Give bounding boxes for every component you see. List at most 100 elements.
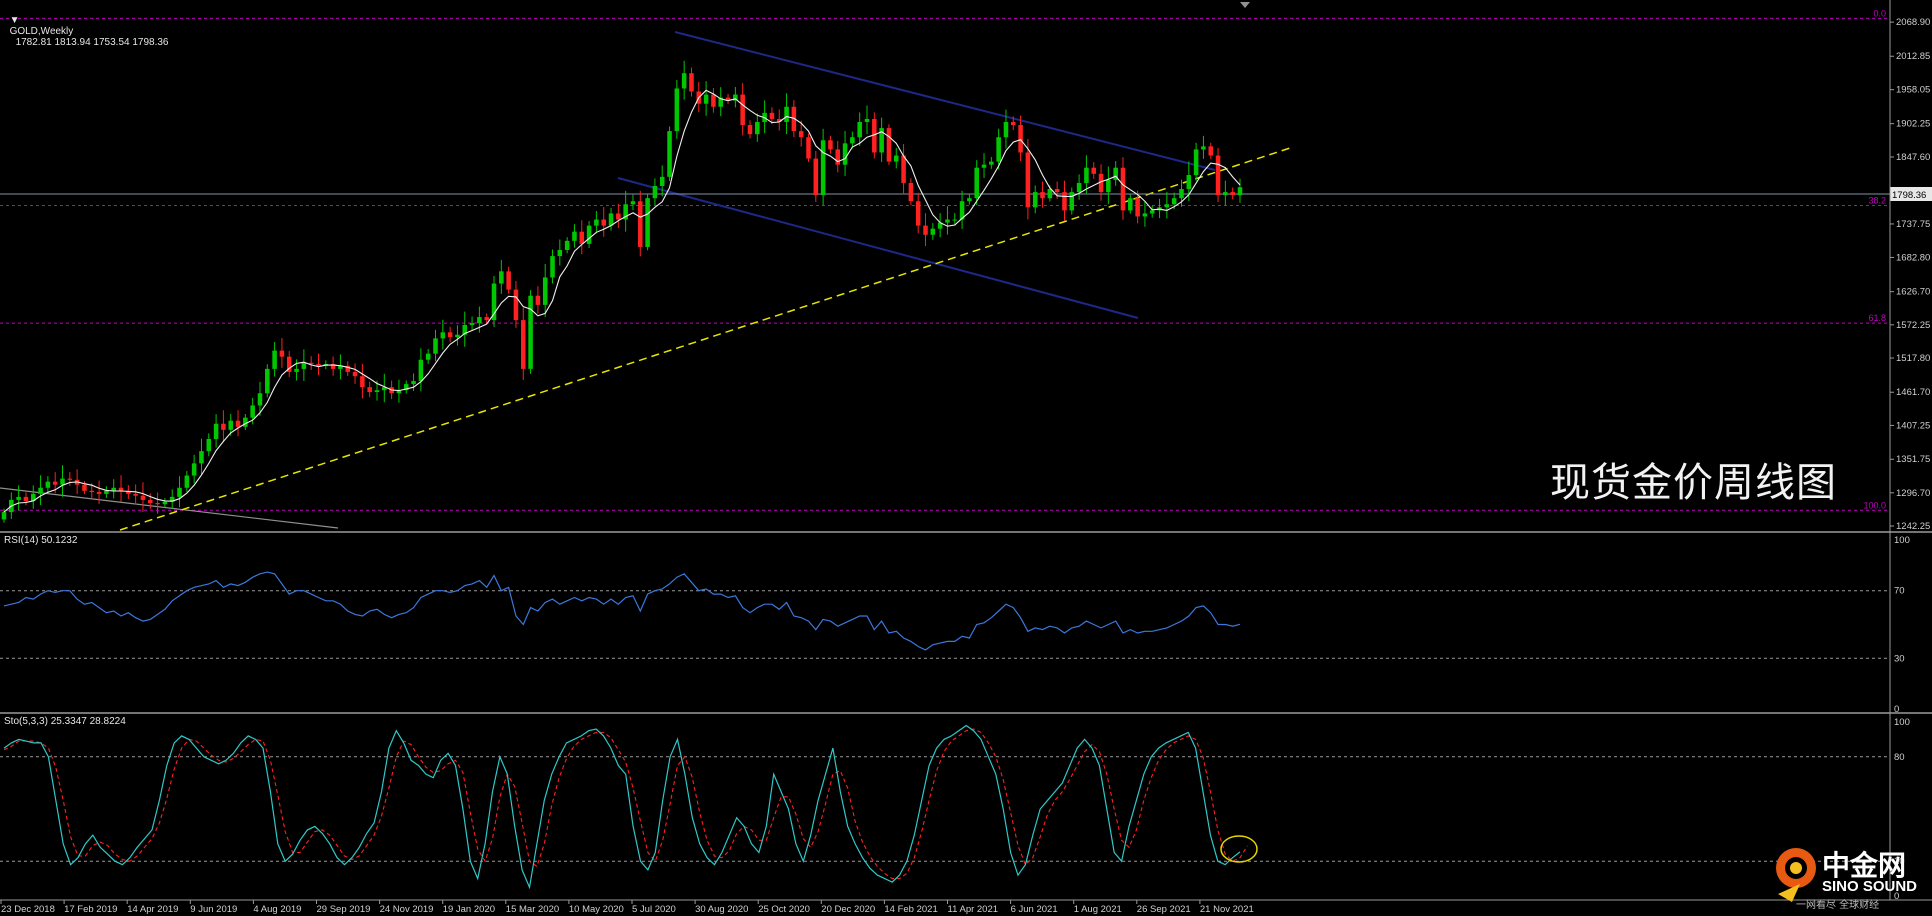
candle-body xyxy=(520,320,526,369)
price-tick-label: 1737.75 xyxy=(1896,219,1930,230)
candle-body xyxy=(1208,146,1214,156)
candle-body xyxy=(835,149,841,165)
candle-body xyxy=(38,487,43,494)
fib-level-label: 100.0 xyxy=(1863,500,1886,510)
candle-body xyxy=(199,451,204,464)
candle-body xyxy=(842,143,848,165)
candle-body xyxy=(140,495,146,500)
candle-body xyxy=(272,350,277,369)
time-tick-label: 19 Jan 2020 xyxy=(443,904,495,915)
candle-body xyxy=(184,475,190,488)
candle-body xyxy=(89,490,95,493)
candle-body xyxy=(564,240,570,251)
candle-body xyxy=(820,140,826,196)
candle-body xyxy=(360,376,365,388)
candle-body xyxy=(550,256,555,278)
candle-body xyxy=(659,176,665,187)
candle-body xyxy=(974,167,979,199)
candle-body xyxy=(542,277,548,305)
candle-body xyxy=(367,387,372,393)
price-tick-label: 1351.75 xyxy=(1896,454,1930,465)
chart-caption: 现货金价周线图 xyxy=(1550,460,1837,506)
candle-body xyxy=(850,137,855,144)
candle-body xyxy=(191,463,197,476)
candle-body xyxy=(513,289,519,321)
time-tick-label: 10 May 2020 xyxy=(569,904,624,915)
candle-body xyxy=(148,499,153,503)
candle-body xyxy=(411,381,416,385)
candle-body xyxy=(989,161,994,165)
candle-body xyxy=(1135,198,1140,217)
candle-body xyxy=(886,128,892,162)
dropdown-triangle-icon[interactable]: ▼ xyxy=(10,15,20,26)
price-tick-label: 1847.60 xyxy=(1896,152,1930,163)
candle-body xyxy=(1,512,7,520)
candle-body xyxy=(784,106,789,122)
candle-body xyxy=(806,137,811,159)
ohlc-values: 1782.81 1813.94 1753.54 1798.36 xyxy=(15,37,169,48)
candle-body xyxy=(243,417,248,427)
candle-body xyxy=(96,492,102,494)
time-tick-label: 4 Aug 2019 xyxy=(253,904,301,915)
rsi-axis: 10070300 xyxy=(1894,535,1910,715)
candle-body xyxy=(740,94,745,126)
candle-body xyxy=(477,317,482,324)
candle-body xyxy=(1237,187,1243,196)
candle-body xyxy=(798,131,804,138)
candle-body xyxy=(1149,210,1155,214)
candle-body xyxy=(652,186,658,199)
candle-body xyxy=(206,438,212,452)
candle-body xyxy=(52,481,58,485)
candle-body xyxy=(1032,192,1038,208)
price-tick-label: 1296.70 xyxy=(1896,488,1930,499)
candle-body xyxy=(250,405,255,418)
price-tick-label: 1902.25 xyxy=(1896,119,1930,130)
candle-body xyxy=(294,368,299,372)
time-axis: 23 Dec 2018 17 Feb 2019 14 Apr 2019 9 Jun 2… xyxy=(0,900,1254,915)
candle-body xyxy=(579,231,585,244)
candle-body xyxy=(1054,189,1060,193)
candle-body xyxy=(1215,155,1221,196)
candle-body xyxy=(535,295,541,305)
candle-body xyxy=(638,201,643,247)
candle-body xyxy=(674,88,680,132)
highlight-circle xyxy=(1220,835,1258,863)
candle-body xyxy=(1047,189,1053,199)
candle-body xyxy=(301,362,307,369)
sto-signal-line xyxy=(3,728,1248,880)
price-tick-label: 1958.05 xyxy=(1896,85,1930,96)
candle-body xyxy=(447,332,453,338)
candle-body xyxy=(352,371,358,377)
candle-body xyxy=(923,225,928,235)
rsi-tick-label: 30 xyxy=(1894,653,1905,664)
candle-body xyxy=(1223,192,1228,196)
sto-levels xyxy=(0,756,1890,862)
candle-body xyxy=(257,393,263,406)
candle-body xyxy=(747,125,753,135)
candle-body xyxy=(711,94,716,107)
candle-body xyxy=(945,219,950,223)
sto-tick-label: 80 xyxy=(1894,752,1905,763)
candle-body xyxy=(506,271,511,290)
candle-body xyxy=(374,390,380,393)
candle-body xyxy=(689,73,694,92)
time-tick-label: 26 Sep 2021 xyxy=(1137,904,1191,915)
candle-body xyxy=(433,338,438,354)
price-tick-label: 1461.70 xyxy=(1896,387,1930,398)
candle-body xyxy=(616,213,621,220)
logo-en-text: SINO SOUND xyxy=(1822,878,1918,895)
candle-body xyxy=(484,317,489,321)
sto-main-line xyxy=(3,724,1241,890)
price-tick-label: 2012.85 xyxy=(1896,51,1930,62)
candle-body xyxy=(1084,167,1089,183)
candle-body xyxy=(1186,175,1192,190)
candle-body xyxy=(23,496,29,502)
candle-body xyxy=(667,131,672,177)
candle-body xyxy=(316,364,321,366)
candle-body xyxy=(996,137,1001,162)
rsi-tick-label: 100 xyxy=(1894,535,1910,546)
candle-body xyxy=(915,201,921,226)
candle-body xyxy=(1003,121,1009,138)
candle-body xyxy=(981,164,987,168)
current-price-label: 1798.36 xyxy=(1892,190,1926,201)
